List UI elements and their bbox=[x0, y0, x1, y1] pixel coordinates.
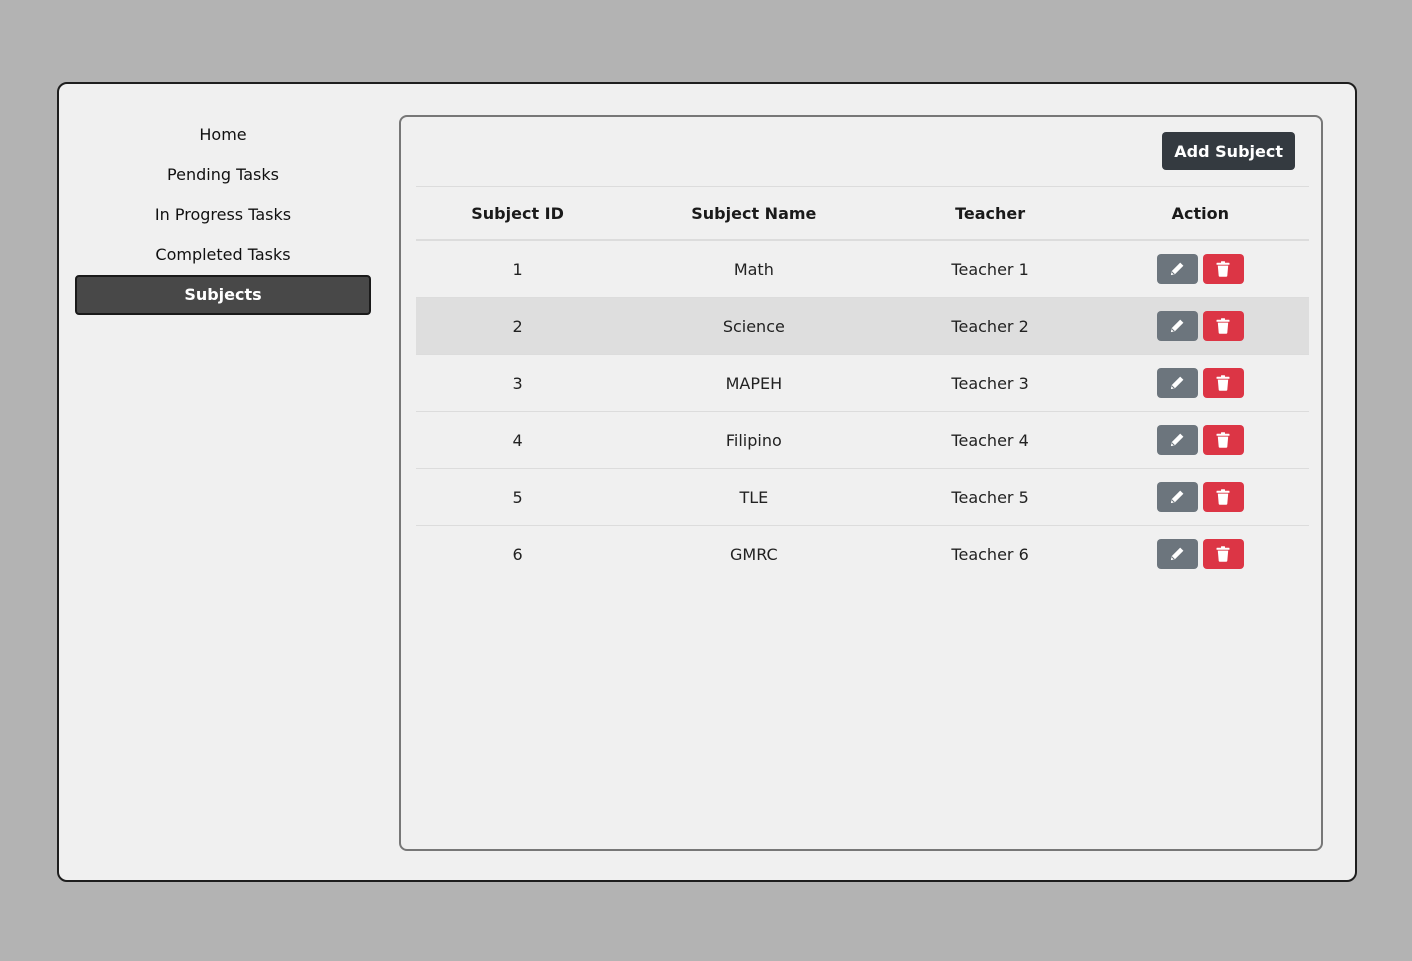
column-header-teacher: Teacher bbox=[888, 186, 1092, 241]
pencil-icon bbox=[1171, 319, 1184, 333]
pencil-icon bbox=[1171, 262, 1184, 276]
column-header-action: Action bbox=[1091, 186, 1309, 241]
edit-button[interactable] bbox=[1156, 425, 1198, 455]
delete-button[interactable] bbox=[1202, 368, 1244, 398]
column-header-subject-id: Subject ID bbox=[416, 186, 620, 241]
cell-teacher: Teacher 5 bbox=[888, 468, 1092, 526]
cell-actions bbox=[1091, 240, 1309, 298]
edit-button[interactable] bbox=[1156, 254, 1198, 284]
trash-icon bbox=[1216, 546, 1230, 562]
pencil-icon bbox=[1171, 490, 1184, 504]
cell-subject-id: 5 bbox=[416, 468, 620, 526]
delete-button[interactable] bbox=[1202, 482, 1244, 512]
cell-actions bbox=[1092, 526, 1309, 583]
trash-icon bbox=[1216, 318, 1230, 334]
sidebar-item-subjects[interactable]: Subjects bbox=[75, 275, 371, 315]
delete-button[interactable] bbox=[1202, 539, 1244, 569]
cell-subject-name: GMRC bbox=[729, 544, 778, 564]
cell-subject-name: Filipino bbox=[619, 411, 889, 469]
cell-subject-name: TLE bbox=[619, 468, 889, 526]
cell-subject-id: 4 bbox=[416, 411, 620, 469]
cell-teacher: Teacher 4 bbox=[888, 411, 1092, 469]
sidebar-item-completed-tasks[interactable]: Completed Tasks bbox=[75, 235, 371, 275]
table-row: 1 Math Teacher 1 bbox=[416, 240, 1309, 298]
cell-teacher: Teacher 2 bbox=[888, 297, 1092, 355]
cell-subject-id: 1 bbox=[416, 240, 620, 298]
cell-subject-name: Science bbox=[619, 297, 889, 355]
trash-icon bbox=[1216, 489, 1230, 505]
subjects-table: Subject ID Subject Name Teacher Action 1… bbox=[416, 186, 1309, 582]
edit-button[interactable] bbox=[1156, 539, 1198, 569]
delete-button[interactable] bbox=[1202, 425, 1244, 455]
cell-subject-id: 3 bbox=[416, 354, 620, 412]
column-header-subject-name: Subject Name bbox=[619, 186, 889, 241]
pencil-icon bbox=[1171, 547, 1184, 561]
delete-button[interactable] bbox=[1202, 311, 1244, 341]
trash-icon bbox=[1216, 375, 1230, 391]
trash-icon bbox=[1216, 261, 1230, 277]
sidebar-item-in-progress-tasks[interactable]: In Progress Tasks bbox=[75, 195, 371, 235]
edit-button[interactable] bbox=[1156, 368, 1198, 398]
pencil-icon bbox=[1171, 376, 1184, 390]
cell-subject-id: 2 bbox=[416, 297, 620, 355]
cell-subject-name: MAPEH bbox=[619, 354, 889, 412]
trash-icon bbox=[1216, 432, 1230, 448]
subjects-panel: Add Subject Subject ID Subject Name Teac… bbox=[399, 115, 1323, 851]
sidebar: Home Pending Tasks In Progress Tasks Com… bbox=[75, 115, 371, 315]
cell-subject-id: 6 bbox=[512, 544, 523, 564]
edit-button[interactable] bbox=[1156, 311, 1198, 341]
edit-button[interactable] bbox=[1156, 482, 1198, 512]
table-row: 3 MAPEH Teacher 3 bbox=[416, 354, 1309, 412]
cell-actions bbox=[1091, 297, 1309, 355]
table-row: 6 GMRC Teacher 6 bbox=[416, 526, 1309, 583]
table-row: 5 TLE Teacher 5 bbox=[416, 468, 1309, 526]
delete-button[interactable] bbox=[1202, 254, 1244, 284]
pencil-icon bbox=[1171, 433, 1184, 447]
cell-teacher: Teacher 6 bbox=[951, 544, 1029, 564]
table-row: 4 Filipino Teacher 4 bbox=[416, 411, 1309, 469]
cell-teacher: Teacher 1 bbox=[888, 240, 1092, 298]
cell-subject-name: Math bbox=[619, 240, 889, 298]
cell-actions bbox=[1091, 354, 1309, 412]
table-row: 2 Science Teacher 2 bbox=[416, 297, 1309, 355]
cell-teacher: Teacher 3 bbox=[888, 354, 1092, 412]
sidebar-item-pending-tasks[interactable]: Pending Tasks bbox=[75, 155, 371, 195]
app-window: Home Pending Tasks In Progress Tasks Com… bbox=[57, 82, 1357, 882]
cell-actions bbox=[1091, 411, 1309, 469]
sidebar-item-home[interactable]: Home bbox=[75, 115, 371, 155]
table-header-row: Subject ID Subject Name Teacher Action bbox=[416, 186, 1309, 241]
add-subject-button[interactable]: Add Subject bbox=[1162, 132, 1295, 170]
cell-actions bbox=[1091, 468, 1309, 526]
